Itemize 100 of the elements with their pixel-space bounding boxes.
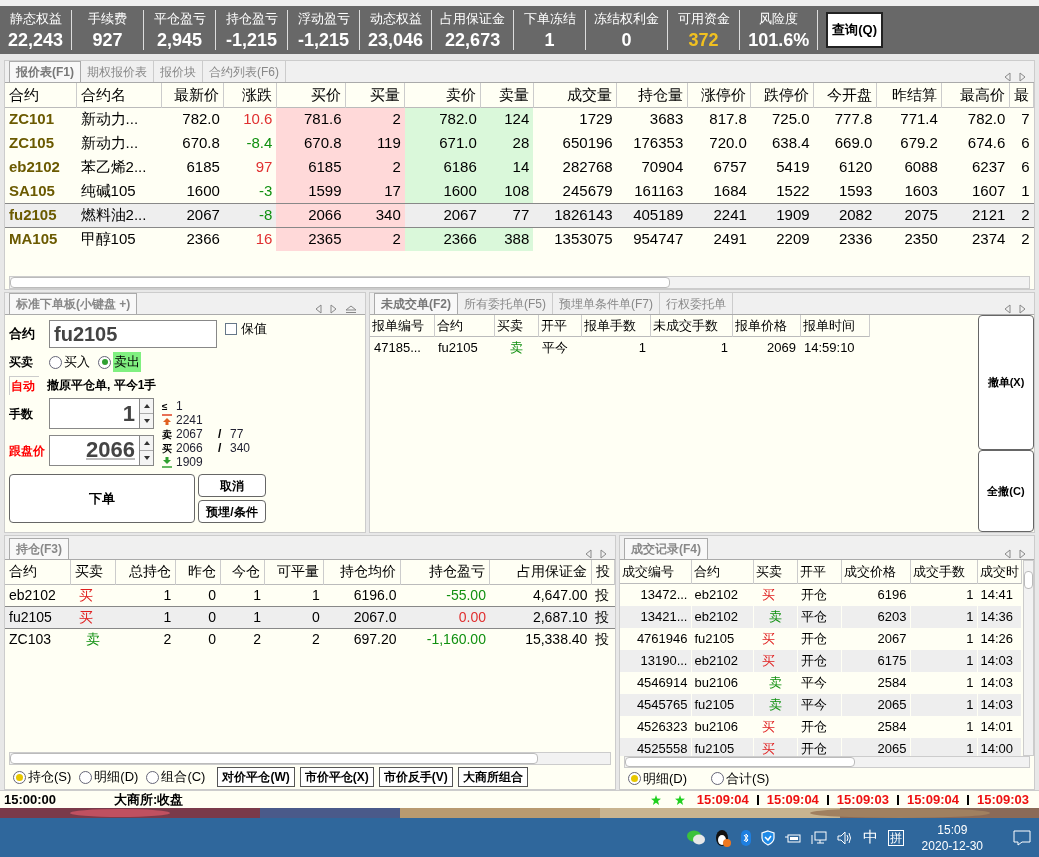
column-header[interactable]: 投 [591,560,615,584]
scrollbar-thumb[interactable] [625,756,855,768]
column-header[interactable]: 合约 [5,560,71,584]
spin-up-icon[interactable] [140,399,153,414]
column-header[interactable]: 报单手数 [581,315,650,336]
column-header[interactable]: 今仓 [220,560,265,584]
radio-label[interactable]: 买入 [64,352,90,372]
column-header[interactable]: 买量 [345,83,405,107]
column-header[interactable]: 买卖 [70,560,116,584]
input-mode-button[interactable]: 拼 [887,829,904,846]
column-header[interactable]: 今开盘 [813,83,877,107]
radio-label[interactable]: 卖出 [113,352,141,372]
conditional-order-button[interactable]: 预埋/条件 [198,500,266,523]
column-header[interactable]: 开平 [797,559,841,584]
submit-order-button[interactable]: 下单 [9,474,195,523]
column-header[interactable]: 成交编号 [620,559,691,584]
radio-label[interactable]: 合计(S) [726,768,770,789]
radio-button[interactable] [628,772,641,786]
radio-button[interactable] [711,772,725,786]
radio-button[interactable] [79,770,93,784]
scroll-left-icon[interactable] [315,304,322,314]
scroll-right-icon[interactable] [1019,304,1026,314]
lots-field[interactable]: 1 [49,398,154,429]
column-header[interactable]: 涨跌 [223,83,277,107]
column-header[interactable]: 报单价格 [732,315,800,336]
column-header[interactable]: 合约 [691,559,753,584]
radio-label[interactable]: 明细(D) [94,767,139,787]
battery-icon[interactable] [784,831,801,844]
column-header[interactable]: 成交时 [977,559,1021,584]
column-header[interactable]: 昨仓 [175,560,221,584]
column-header[interactable]: 占用保证金 [489,560,592,584]
checkbox-label[interactable]: 保值 [241,319,267,339]
radio-label[interactable]: 持仓(S) [28,767,72,787]
action-button[interactable]: 市价反手(V) [378,767,453,787]
column-header[interactable]: 成交价格 [841,559,910,584]
penguin-icon[interactable] [714,828,731,847]
scroll-left-icon[interactable] [585,549,592,559]
column-header[interactable]: 可平量 [264,560,324,584]
column-header[interactable]: 合约 [434,315,494,336]
cancel-order-button[interactable]: 撤单(X) [978,315,1034,450]
action-button[interactable]: 对价平仓(W) [217,767,295,787]
column-header[interactable]: 持仓盈亏 [400,560,490,584]
chat-bubbles-icon[interactable] [686,830,705,845]
column-header[interactable]: 买价 [276,83,346,107]
scroll-left-icon[interactable] [1004,72,1011,82]
column-header[interactable]: 持仓均价 [323,560,401,584]
cancel-button[interactable]: 取消 [198,474,266,497]
column-header[interactable]: 卖价 [404,83,481,107]
radio-label[interactable]: 明细(D) [643,768,688,789]
scroll-left-icon[interactable] [1004,304,1011,314]
scroll-right-icon[interactable] [1019,72,1026,82]
action-button[interactable]: 市价平仓(X) [299,767,374,787]
scroll-left-icon[interactable] [1004,548,1011,559]
scrollbar-thumb[interactable] [10,753,538,764]
column-header[interactable]: 合约 [5,83,77,107]
spin-up-icon[interactable] [140,436,153,451]
radio-button[interactable] [146,770,160,784]
scrollbar[interactable] [9,276,1030,289]
column-header[interactable]: 报单时间 [800,315,869,336]
column-header[interactable]: 开平 [538,315,581,336]
query-button[interactable]: 查询(Q) [826,12,883,48]
action-button[interactable]: 大商所组合 [457,767,528,787]
column-header[interactable]: 卖量 [480,83,534,107]
scroll-right-icon[interactable] [600,549,607,559]
column-header[interactable]: 未成交手数 [650,315,732,336]
column-header[interactable]: 报单编号 [370,315,434,336]
tab[interactable]: 报价表(F1) [9,61,81,82]
column-header[interactable]: 合约名 [76,83,162,107]
radio-label[interactable]: 组合(C) [161,767,206,787]
vertical-scrollbar[interactable] [1023,559,1034,756]
contract-field[interactable]: fu2105 [49,320,217,348]
volume-icon[interactable] [836,830,853,845]
price-field[interactable]: 2066 [49,435,154,466]
radio-button[interactable] [13,770,26,784]
column-header[interactable]: 最 [1009,83,1034,107]
column-header[interactable]: 成交手数 [910,559,977,584]
radio-button[interactable] [49,355,62,369]
radio-button[interactable] [98,355,111,369]
column-header[interactable]: 买卖 [494,315,538,336]
input-language-button[interactable]: 中 [862,826,878,849]
scroll-right-icon[interactable] [1019,548,1026,559]
collapse-icon[interactable] [345,304,357,314]
scrollbar-thumb[interactable] [10,277,670,288]
column-header[interactable]: 昨结算 [876,83,942,107]
bluetooth-icon[interactable] [740,829,751,846]
scrollbar-thumb[interactable] [1024,570,1033,589]
shield-icon[interactable] [760,829,775,846]
column-header[interactable]: 总持仓 [115,560,176,584]
column-header[interactable]: 最高价 [941,83,1010,107]
column-header[interactable]: 买卖 [753,559,797,584]
cancel-all-button[interactable]: 全撤(C) [978,450,1034,532]
column-header[interactable]: 跌停价 [750,83,814,107]
network-icon[interactable] [810,830,827,845]
checkbox[interactable] [225,322,237,335]
clock-button[interactable]: 15:09 2020-12-30 [913,821,991,854]
column-header[interactable]: 最新价 [161,83,224,107]
scroll-right-icon[interactable] [330,304,337,314]
column-header[interactable]: 涨停价 [687,83,751,107]
column-header[interactable]: 成交量 [533,83,617,107]
spin-down-icon[interactable] [140,414,153,428]
